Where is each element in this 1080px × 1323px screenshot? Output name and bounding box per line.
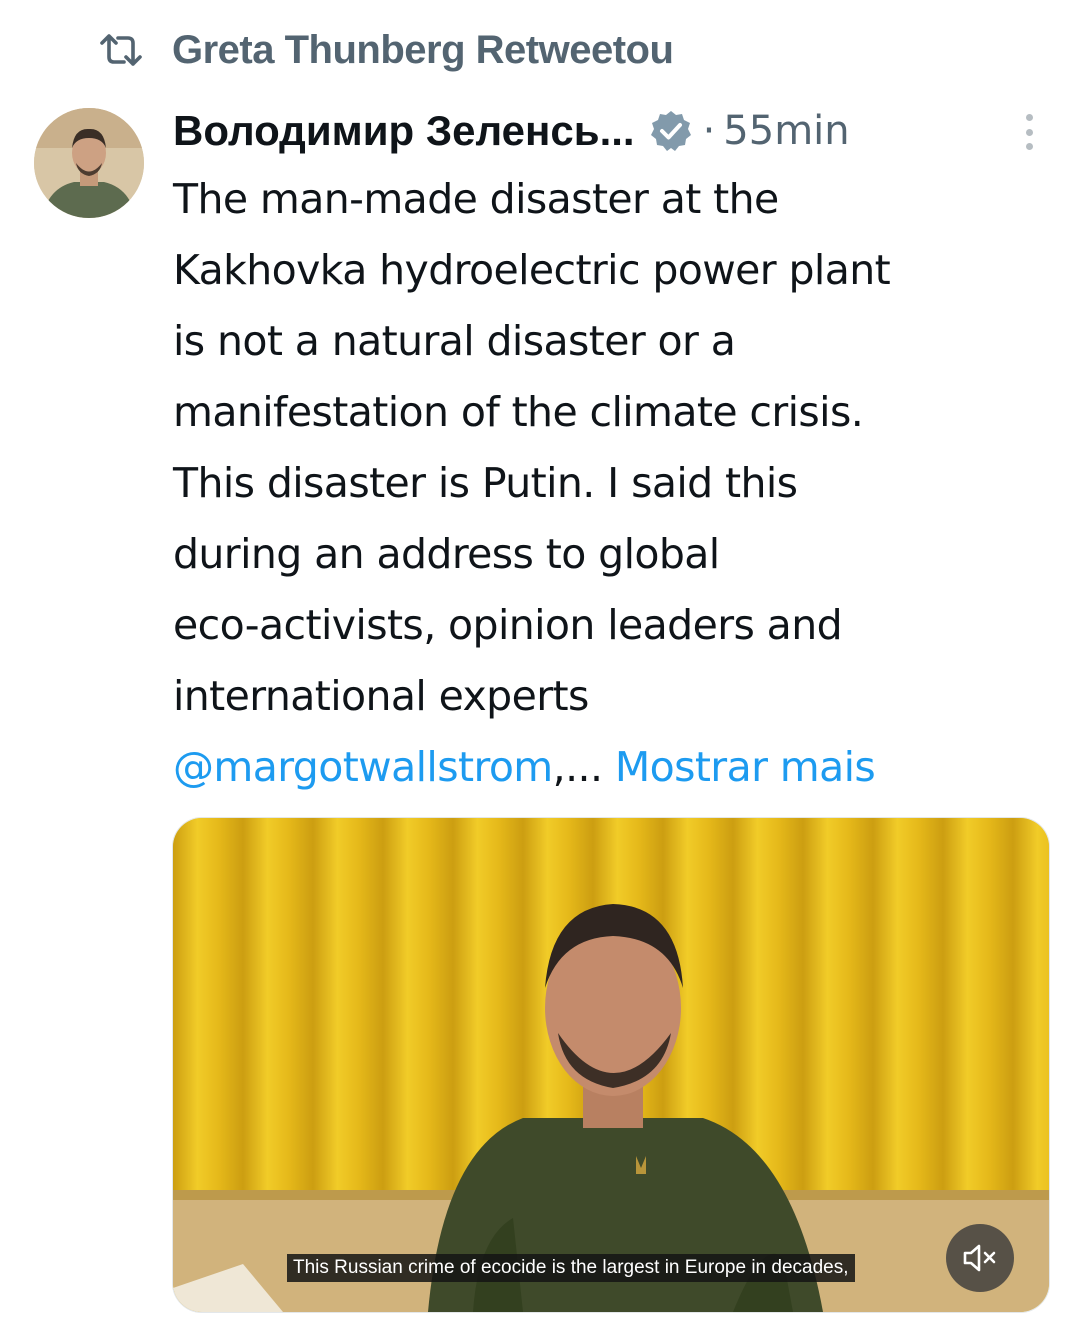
tweet-text-line: during an address to global (173, 530, 720, 578)
tweet-text: The man-made disaster at the Kakhovka hy… (173, 164, 1063, 803)
speaker-muted-icon (962, 1243, 998, 1273)
verified-badge-icon[interactable] (649, 109, 693, 153)
video-player[interactable]: This Russian crime of ecocide is the lar… (172, 817, 1050, 1313)
separator-dot: · (702, 108, 716, 154)
tweet-header: Володимир Зеленсь... · 55min (173, 98, 1053, 164)
tweet-text-line: is not a natural disaster or a (173, 317, 736, 365)
tweet-text-line: international experts (173, 672, 589, 720)
ellipsis: ,... (552, 743, 615, 791)
tweet-text-line: Kakhovka hydroelectric power plant (173, 246, 891, 294)
more-options-icon[interactable] (1023, 114, 1035, 150)
retweet-label: Greta Thunberg Retweetou (172, 27, 674, 72)
author-name[interactable]: Володимир Зеленсь... (173, 107, 635, 155)
mention-link[interactable]: @margotwallstrom (173, 743, 553, 791)
show-more-link[interactable]: Mostrar mais (615, 743, 876, 791)
tweet-text-line: eco-activists, opinion leaders and (173, 601, 843, 649)
mute-toggle-button[interactable] (946, 1224, 1014, 1292)
tweet-text-line: This disaster is Putin. I said this (173, 459, 798, 507)
timestamp[interactable]: 55min (723, 108, 849, 154)
tweet-text-line: The man-made disaster at the (173, 175, 779, 223)
retweet-icon (98, 30, 148, 70)
avatar[interactable] (34, 108, 144, 218)
tweet-text-last-line: @margotwallstrom,... Mostrar mais (173, 732, 1063, 803)
video-caption: This Russian crime of ecocide is the lar… (287, 1254, 855, 1282)
video-frame (173, 818, 1049, 1312)
retweet-context[interactable]: Greta Thunberg Retweetou (98, 22, 674, 78)
tweet-text-line: manifestation of the climate crisis. (173, 388, 864, 436)
